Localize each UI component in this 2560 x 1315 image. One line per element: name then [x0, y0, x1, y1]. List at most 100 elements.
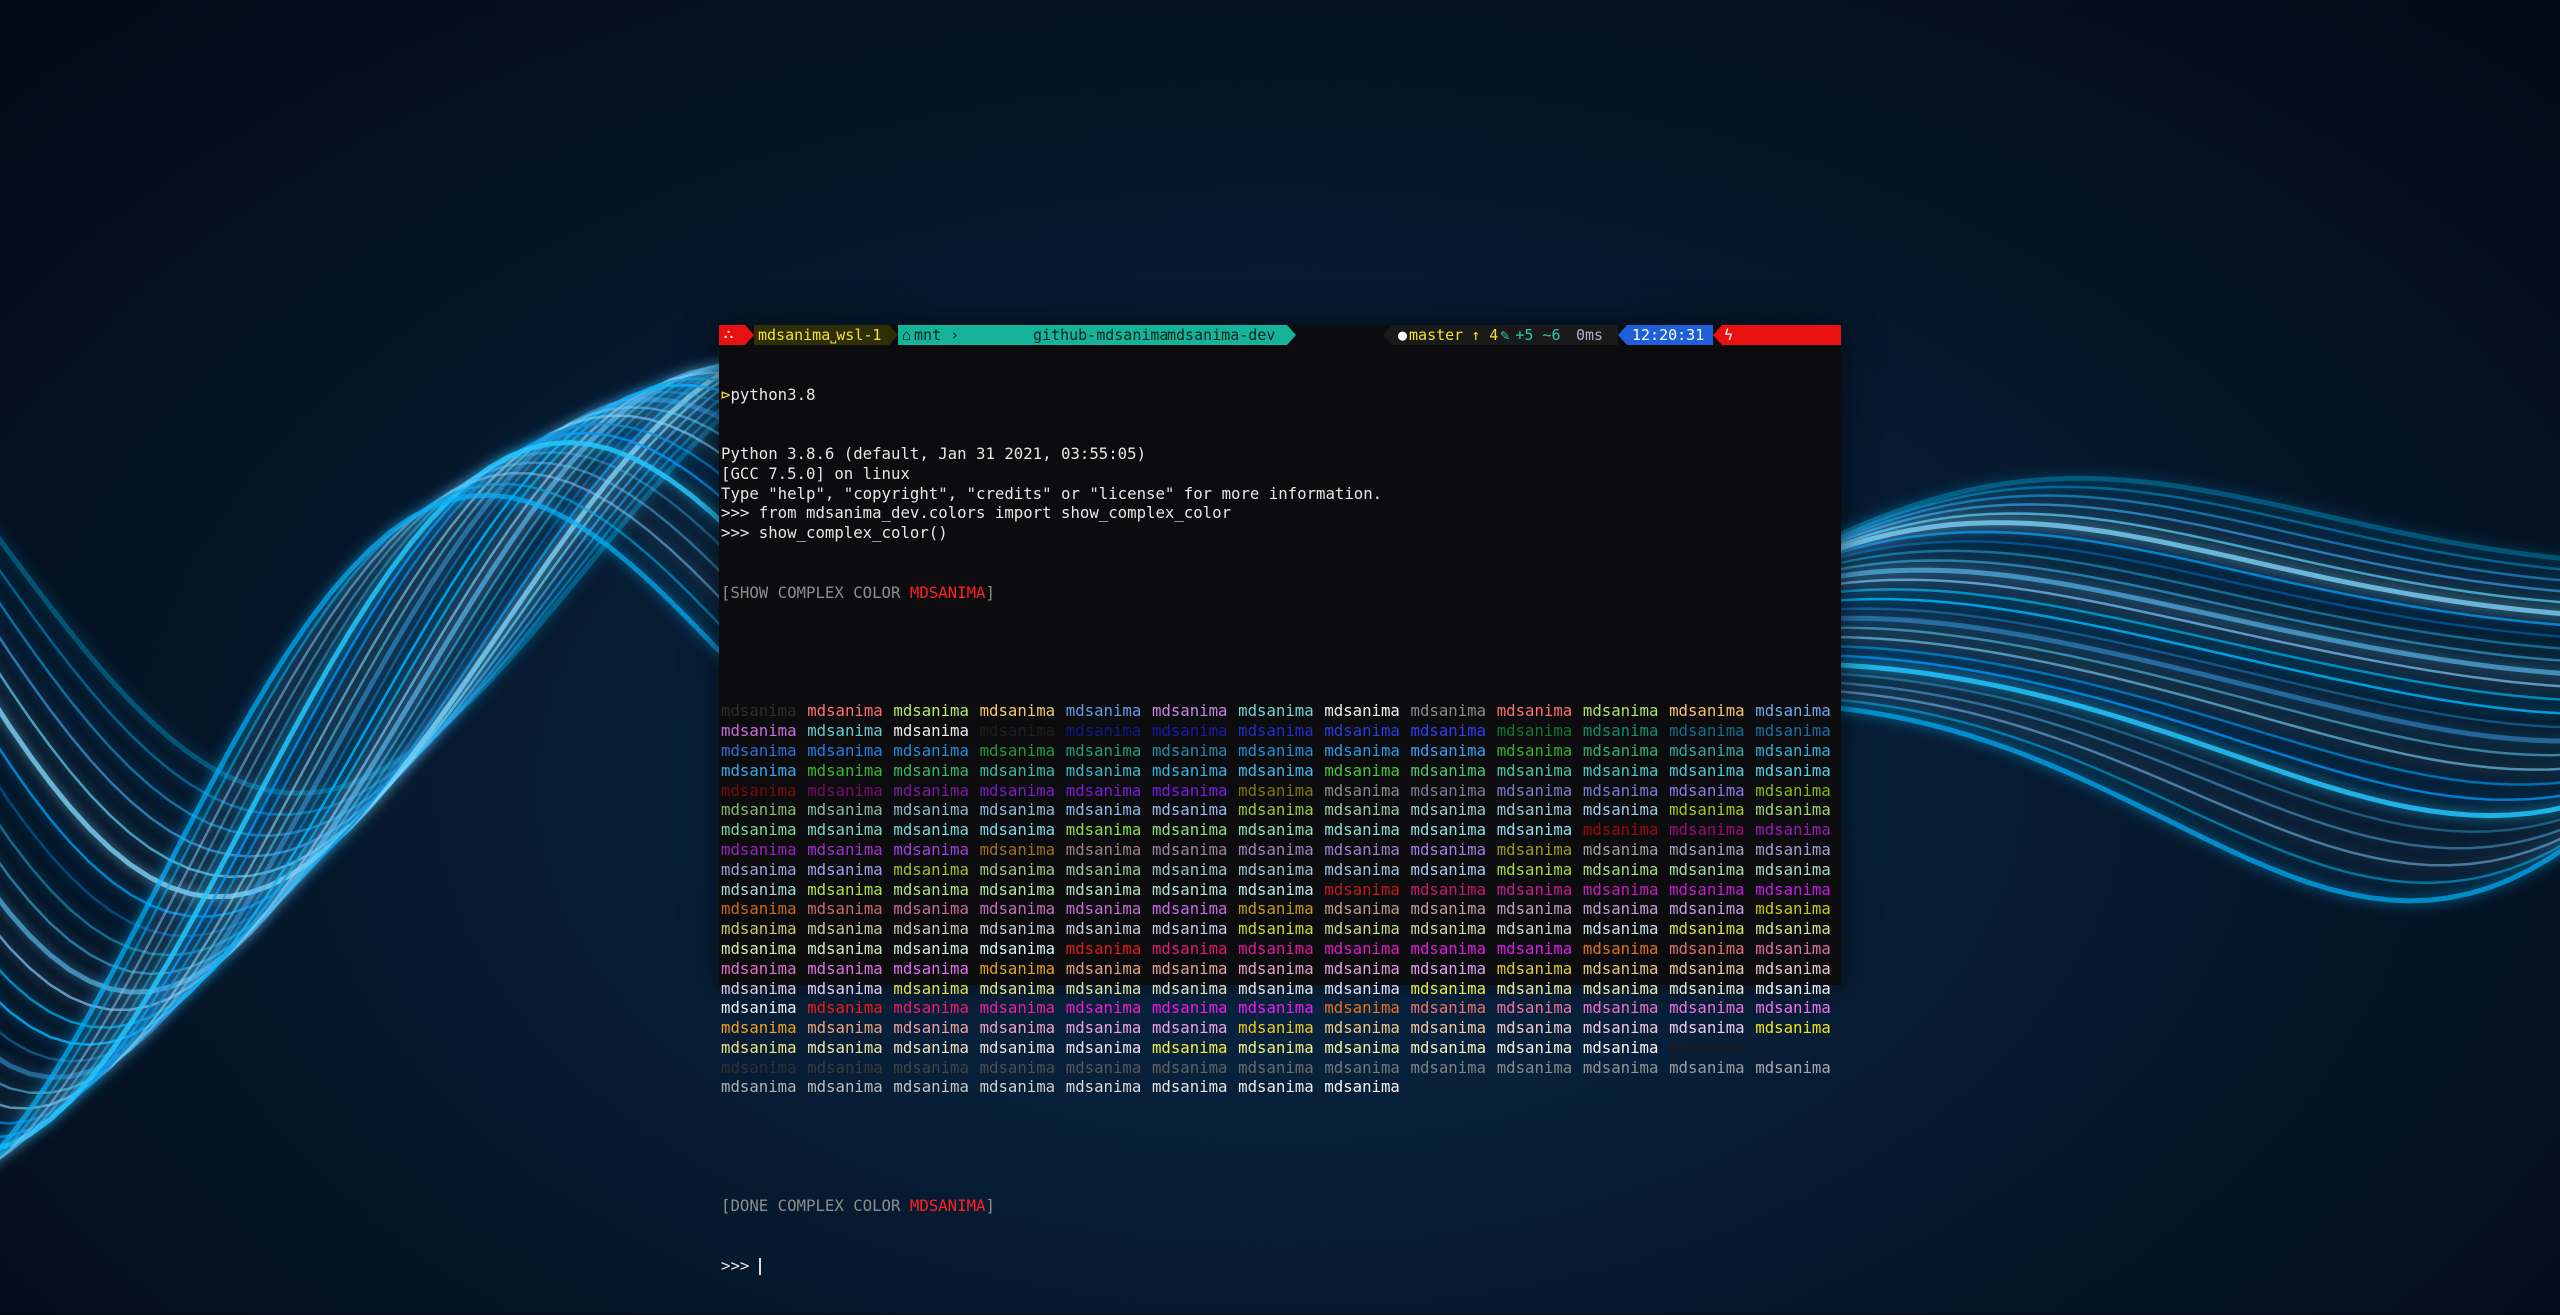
color-sample: mdsanima: [1410, 998, 1487, 1018]
terminal-output[interactable]: ⊳python3.8 Python 3.8.6 (default, Jan 31…: [721, 345, 1839, 1315]
color-sample: mdsanima: [1755, 998, 1831, 1018]
status-segment: ϟ: [1722, 325, 1841, 345]
color-sample: mdsanima: [893, 879, 969, 899]
color-sample: mdsanima: [807, 879, 883, 899]
color-sample: mdsanima: [1065, 740, 1142, 760]
color-sample: mdsanima: [1151, 780, 1228, 800]
color-sample: mdsanima: [1324, 919, 1400, 939]
color-sample: mdsanima: [807, 1057, 883, 1077]
color-sample: mdsanima: [1496, 839, 1573, 859]
color-sample: mdsanima: [979, 919, 1056, 939]
color-row: mdsanima mdsanima mdsanima mdsanima mdsanima…: [721, 959, 1839, 979]
color-sample: mdsanima: [1151, 998, 1228, 1018]
color-sample: mdsanima: [1410, 899, 1487, 919]
color-row: mdsanima mdsanima mdsanima mdsanima mdsanima…: [721, 820, 1839, 840]
color-sample: mdsanima: [807, 721, 883, 741]
color-sample: mdsanima: [1496, 998, 1573, 1018]
color-sample: mdsanima: [1410, 760, 1487, 780]
color-sample: mdsanima: [721, 1077, 797, 1097]
color-sample: mdsanima: [1151, 740, 1228, 760]
color-sample: mdsanima: [721, 1018, 797, 1038]
color-sample: mdsanima: [721, 1037, 797, 1057]
color-sample: mdsanima: [893, 701, 969, 721]
color-sample: mdsanima: [979, 1057, 1056, 1077]
color-sample: mdsanima: [1324, 839, 1400, 859]
repl-line[interactable]: >>>: [721, 1256, 1839, 1276]
color-sample: mdsanima: [1582, 839, 1659, 859]
color-sample: mdsanima: [1065, 1018, 1142, 1038]
color-sample: mdsanima: [1669, 1057, 1745, 1077]
color-sample: mdsanima: [1582, 1057, 1659, 1077]
color-sample: mdsanima: [1324, 1057, 1400, 1077]
color-sample: mdsanima: [721, 978, 797, 998]
terminal-window[interactable]: ⛬ mdsanima⎵wsl-1 ⌂ mnt › github-mdsanima-…: [719, 325, 1841, 1275]
color-sample: mdsanima: [1410, 820, 1487, 840]
color-sample: mdsanima: [1582, 1018, 1659, 1038]
color-sample: mdsanima: [1496, 800, 1573, 820]
color-row: mdsanima mdsanima mdsanima mdsanima mdsanima…: [721, 761, 1839, 781]
color-sample: mdsanima: [1582, 998, 1659, 1018]
color-sample: mdsanima: [721, 998, 797, 1018]
color-sample: mdsanima: [1065, 839, 1142, 859]
color-sample: mdsanima: [807, 1018, 883, 1038]
color-sample: mdsanima: [1238, 760, 1314, 780]
git-segment: ● master ↑ 4 ✎ +5 ~6 -4: [1392, 325, 1588, 345]
color-grid: mdsanima mdsanima mdsanima mdsanima mdsanima…: [721, 701, 1839, 1097]
color-row: mdsanima mdsanima mdsanima mdsanima mdsanima…: [721, 701, 1839, 721]
color-sample: mdsanima: [1410, 740, 1487, 760]
clock: 12:20:31: [1632, 326, 1705, 344]
color-row: mdsanima mdsanima mdsanima mdsanima mdsanima…: [721, 800, 1839, 820]
color-sample: mdsanima: [1324, 859, 1400, 879]
color-sample: mdsanima: [807, 820, 883, 840]
color-sample: mdsanima: [1238, 740, 1314, 760]
color-row: mdsanima mdsanima mdsanima mdsanima mdsanima…: [721, 899, 1839, 919]
color-sample: mdsanima: [1410, 958, 1487, 978]
color-row: mdsanima mdsanima mdsanima mdsanima mdsanima…: [721, 939, 1839, 959]
color-sample: mdsanima: [1151, 958, 1228, 978]
color-sample: mdsanima: [1410, 938, 1487, 958]
color-sample: mdsanima: [1238, 938, 1314, 958]
color-sample: mdsanima: [1151, 919, 1228, 939]
color-sample: mdsanima: [1238, 879, 1314, 899]
command-line: ⊳python3.8: [721, 384, 816, 404]
github-icon: ●: [1398, 326, 1408, 344]
color-sample: mdsanima: [1755, 740, 1831, 760]
color-sample: mdsanima: [979, 998, 1056, 1018]
color-sample: mdsanima: [1755, 899, 1831, 919]
color-sample: mdsanima: [979, 760, 1056, 780]
color-sample: mdsanima: [1151, 1018, 1228, 1038]
color-sample: mdsanima: [979, 721, 1056, 741]
color-sample: mdsanima: [1065, 938, 1142, 958]
color-sample: mdsanima: [893, 760, 969, 780]
color-sample: mdsanima: [1755, 958, 1831, 978]
color-sample: mdsanima: [1238, 978, 1314, 998]
color-sample: mdsanima: [1669, 760, 1745, 780]
color-sample: mdsanima: [1324, 820, 1400, 840]
color-sample: mdsanima: [1496, 740, 1573, 760]
color-sample: mdsanima: [721, 780, 797, 800]
color-sample: mdsanima: [893, 800, 969, 820]
color-sample: mdsanima: [1151, 820, 1228, 840]
color-sample: mdsanima: [1324, 958, 1400, 978]
color-sample: mdsanima: [1582, 919, 1659, 939]
color-sample: mdsanima: [1410, 859, 1487, 879]
color-sample: mdsanima: [1496, 1057, 1573, 1077]
color-sample: mdsanima: [1151, 760, 1228, 780]
color-row: mdsanima mdsanima mdsanima mdsanima mdsanima…: [721, 1058, 1839, 1078]
color-sample: mdsanima: [893, 859, 969, 879]
color-sample: mdsanima: [1065, 1037, 1142, 1057]
color-sample: mdsanima: [807, 919, 883, 939]
color-sample: mdsanima: [1151, 899, 1228, 919]
prompt-bar: ⛬ mdsanima⎵wsl-1 ⌂ mnt › github-mdsanima-…: [719, 325, 1841, 345]
color-sample: mdsanima: [721, 919, 797, 939]
color-sample: mdsanima: [1755, 760, 1831, 780]
color-sample: mdsanima: [979, 780, 1056, 800]
color-sample: mdsanima: [1496, 978, 1573, 998]
color-sample: mdsanima: [1496, 1037, 1573, 1057]
color-row: mdsanima mdsanima mdsanima mdsanima mdsanima…: [721, 1018, 1839, 1038]
color-sample: mdsanima: [979, 800, 1056, 820]
color-sample: mdsanima: [1496, 919, 1573, 939]
color-sample: mdsanima: [1496, 1018, 1573, 1038]
color-sample: mdsanima: [721, 721, 797, 741]
color-sample: mdsanima: [979, 899, 1056, 919]
